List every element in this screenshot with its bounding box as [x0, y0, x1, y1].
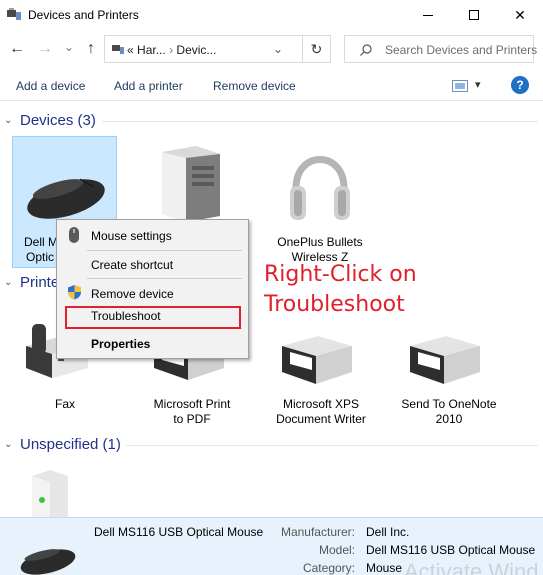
search-icon	[360, 44, 372, 56]
annotation-line-2: Troubleshoot	[264, 292, 405, 317]
printer-onenote-name-1: Send To OneNote	[401, 397, 497, 411]
help-icon: ?	[516, 78, 524, 92]
troubleshoot-highlight-box	[65, 306, 241, 329]
printer-icon[interactable]	[276, 322, 356, 388]
breadcrumb: « Har... › Devic...	[127, 43, 216, 57]
annotation-line-1: Right-Click on	[264, 262, 417, 287]
forward-button[interactable]: →	[36, 40, 54, 58]
group-unspecified-header[interactable]: ⌄ Unspecified (1)	[4, 436, 121, 453]
printer-fax-label[interactable]: Fax	[30, 397, 100, 412]
menu-item-remove-device[interactable]: Remove device	[91, 287, 174, 301]
breadcrumb-devices[interactable]: Devic...	[176, 43, 216, 57]
maximize-icon	[469, 10, 479, 20]
details-device-name: Dell MS116 USB Optical Mouse	[94, 525, 264, 539]
group-devices-label: Devices (3)	[20, 112, 96, 129]
menu-item-create-shortcut[interactable]: Create shortcut	[91, 258, 173, 272]
headphones-icon[interactable]	[288, 144, 352, 226]
up-button[interactable]: ↑	[82, 40, 100, 58]
device-headphones-name-1: OnePlus Bullets	[277, 235, 363, 249]
close-button[interactable]: ✕	[497, 0, 543, 30]
printer-onenote-name-2: 2010	[435, 412, 463, 426]
minimize-icon	[423, 14, 433, 16]
back-arrow-icon: ←	[9, 40, 25, 57]
control-panel-icon	[112, 45, 124, 54]
close-icon: ✕	[514, 6, 526, 23]
chevron-down-icon: ⌄	[63, 40, 75, 54]
details-manufacturer-key: Manufacturer:	[280, 525, 355, 539]
printer-xps-name-1: Microsoft XPS	[282, 397, 360, 411]
printer-xps-name-2: Document Writer	[276, 412, 366, 426]
minimize-button[interactable]	[405, 0, 451, 30]
mouse-icon	[20, 549, 76, 575]
breadcrumb-overflow[interactable]: «	[127, 43, 134, 57]
help-button[interactable]: ?	[511, 76, 529, 94]
window-title: Devices and Printers	[28, 8, 139, 22]
address-dropdown-icon[interactable]: ⌄	[273, 42, 283, 56]
group-divider	[102, 121, 538, 122]
menu-item-properties[interactable]: Properties	[91, 337, 150, 351]
chevron-down-icon: ⌄	[4, 115, 13, 126]
command-bar: Add a device Add a printer Remove device…	[0, 72, 543, 100]
context-menu: Mouse settings Create shortcut Remove de…	[56, 219, 249, 359]
tutorial-annotation: Right-Click on Troubleshoot	[264, 260, 417, 320]
printer-xps-label[interactable]: Microsoft XPS Document Writer	[268, 397, 374, 427]
activate-windows-watermark: Activate Wind	[404, 559, 539, 575]
details-model-value: Dell MS116 USB Optical Mouse	[366, 543, 536, 557]
details-category-key: Category:	[302, 561, 355, 575]
mouse-settings-icon	[69, 227, 79, 243]
unspecified-device-icon[interactable]	[28, 468, 70, 518]
breadcrumb-hardware[interactable]: Har...	[137, 43, 166, 57]
group-divider	[126, 445, 538, 446]
mouse-icon	[27, 178, 105, 219]
group-devices-header[interactable]: ⌄ Devices (3)	[4, 112, 96, 129]
printer-pdf-name-1: Microsoft Print	[153, 397, 231, 411]
recent-locations-button[interactable]: ⌄	[60, 38, 78, 56]
details-model-key: Model:	[318, 543, 355, 557]
refresh-icon: ↻	[310, 40, 323, 57]
group-printers-header[interactable]: ⌄ Printe	[4, 274, 59, 291]
devices-printers-icon	[7, 8, 21, 20]
group-unspecified-label: Unspecified (1)	[20, 436, 121, 453]
title-bar: Devices and Printers ✕	[0, 0, 543, 30]
printer-onenote-label[interactable]: Send To OneNote 2010	[396, 397, 502, 427]
view-dropdown-icon[interactable]: ▾	[475, 78, 481, 91]
add-printer-button[interactable]: Add a printer	[114, 79, 183, 93]
printer-pdf-name-2: to PDF	[173, 412, 211, 426]
menu-separator	[87, 278, 242, 279]
group-printers-label: Printe	[20, 274, 60, 291]
menu-item-mouse-settings[interactable]: Mouse settings	[91, 229, 172, 243]
search-box[interactable]: Search Devices and Printers	[344, 35, 538, 63]
change-view-icon[interactable]	[452, 80, 468, 92]
menu-separator	[87, 250, 242, 251]
forward-arrow-icon: →	[37, 40, 53, 57]
back-button[interactable]: ←	[8, 40, 26, 58]
uac-shield-icon	[68, 285, 81, 300]
details-category-value: Mouse	[366, 561, 403, 575]
details-manufacturer-value: Dell Inc.	[366, 525, 410, 539]
chevron-down-icon: ⌄	[4, 439, 13, 450]
maximize-button[interactable]	[451, 0, 497, 30]
remove-device-button[interactable]: Remove device	[213, 79, 296, 93]
search-placeholder: Search Devices and Printers	[385, 43, 538, 57]
add-device-button[interactable]: Add a device	[16, 79, 85, 93]
printer-pdf-label[interactable]: Microsoft Print to PDF	[144, 397, 240, 427]
printer-icon[interactable]	[404, 322, 484, 388]
computer-tower-icon[interactable]	[156, 144, 226, 222]
refresh-button[interactable]: ↻	[302, 36, 330, 62]
up-arrow-icon: ↑	[87, 40, 95, 57]
chevron-down-icon: ⌄	[4, 277, 13, 288]
address-bar[interactable]: « Har... › Devic... ⌄ ↻	[104, 35, 331, 63]
breadcrumb-separator: ›	[169, 43, 174, 57]
